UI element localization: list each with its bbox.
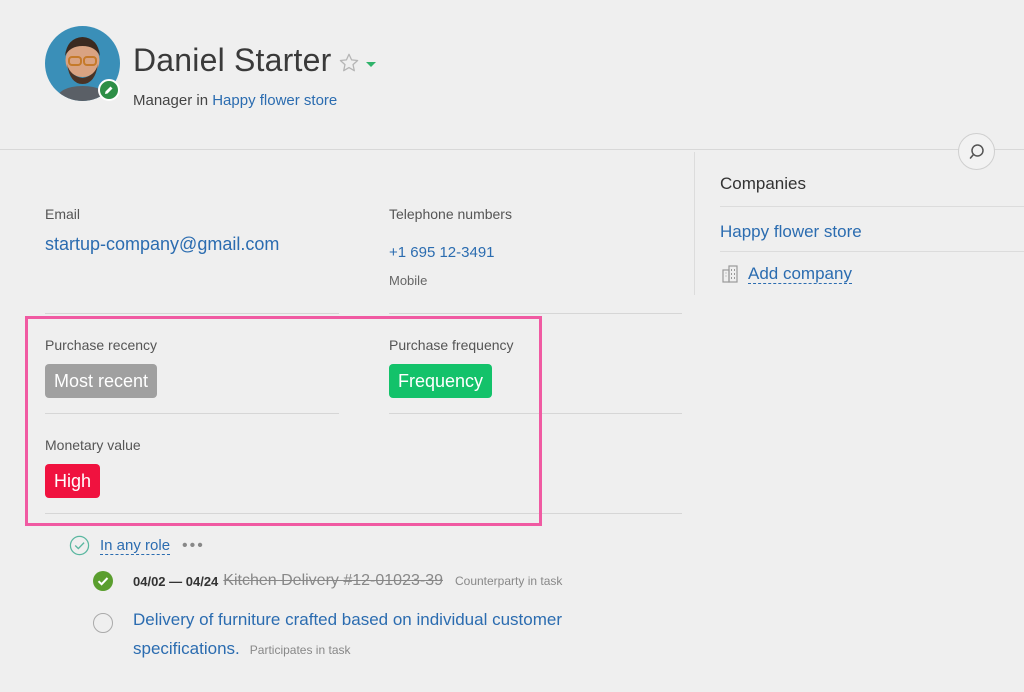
role-filter[interactable]: In any role ••• — [69, 535, 205, 556]
task-role: Counterparty in task — [454, 574, 563, 588]
contact-header: Daniel Starter Manager in Happy flower s… — [0, 0, 1024, 150]
task-dates: 04/02 — 04/24 — [133, 573, 219, 589]
role-prefix: Manager in — [133, 92, 209, 109]
company-item[interactable]: Happy flower store — [720, 222, 862, 242]
divider — [389, 313, 682, 314]
search-icon — [969, 143, 984, 159]
task-title[interactable]: Kitchen Delivery #12-01023-39 — [223, 572, 443, 590]
pencil-icon[interactable] — [98, 79, 120, 101]
star-icon[interactable] — [338, 52, 360, 74]
more-icon[interactable]: ••• — [182, 537, 205, 555]
contact-subtitle: Manager in Happy flower store — [133, 92, 337, 109]
divider — [720, 251, 1024, 252]
circle-icon[interactable] — [93, 613, 113, 633]
phone-type: Mobile — [389, 273, 428, 288]
highlight-box — [25, 316, 542, 526]
page-title: Daniel Starter — [133, 42, 332, 78]
phone-value[interactable]: +1 695 12-3491 — [389, 244, 495, 261]
add-company-button[interactable]: Add company — [720, 264, 852, 284]
check-filled-icon[interactable] — [93, 571, 113, 591]
column-divider — [694, 152, 695, 295]
add-company-label: Add company — [748, 264, 852, 284]
task-row[interactable]: 04/02 — 04/24 Kitchen Delivery #12-01023… — [93, 571, 562, 591]
phone-label: Telephone numbers — [389, 206, 512, 222]
search-button[interactable] — [958, 133, 995, 170]
task-role: Participates in task — [249, 643, 351, 657]
building-icon — [722, 265, 738, 283]
task-row: Delivery of furniture crafted based on i… — [133, 605, 603, 665]
divider — [45, 313, 339, 314]
company-link[interactable]: Happy flower store — [212, 92, 337, 109]
check-circle-icon — [69, 535, 90, 556]
role-filter-label: In any role — [100, 536, 171, 555]
chevron-down-icon[interactable] — [366, 62, 376, 67]
divider — [720, 206, 1024, 207]
email-value[interactable]: startup-company@gmail.com — [45, 234, 279, 255]
companies-title: Companies — [720, 174, 806, 193]
email-label: Email — [45, 206, 81, 222]
